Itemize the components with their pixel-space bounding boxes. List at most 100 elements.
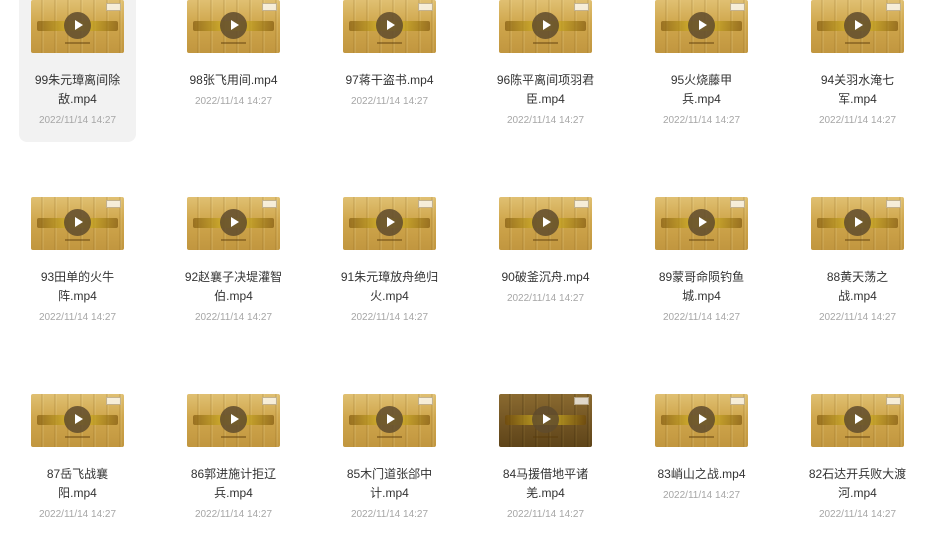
file-item[interactable]: 92赵襄子决堤灌智 伯.mp4 2022/11/14 14:27 [175,189,292,339]
play-button[interactable] [64,12,91,39]
file-date: 2022/11/14 14:27 [38,312,117,323]
video-thumbnail[interactable] [31,394,124,447]
video-thumbnail[interactable] [655,197,748,250]
file-item[interactable]: 86郭进施计拒辽 兵.mp4 2022/11/14 14:27 [175,386,292,536]
file-item[interactable]: 95火烧藤甲 兵.mp4 2022/11/14 14:27 [643,0,760,142]
video-thumbnail[interactable] [499,0,592,53]
file-name[interactable]: 86郭进施计拒辽 兵.mp4 [179,465,288,503]
video-thumbnail[interactable] [811,0,904,53]
video-thumbnail[interactable] [655,394,748,447]
file-name-line: 火.mp4 [370,289,409,303]
file-name[interactable]: 83峭山之战.mp4 [647,465,756,484]
file-item[interactable]: 88黄天荡之 战.mp4 2022/11/14 14:27 [799,189,916,339]
video-thumbnail[interactable] [31,197,124,250]
play-button[interactable] [220,406,247,433]
thumbnail-logo-badge [106,397,121,405]
play-icon [543,217,551,227]
thumbnail-logo-badge [574,397,589,405]
file-item[interactable]: 89蒙哥命陨钓鱼 城.mp4 2022/11/14 14:27 [643,189,760,339]
file-name-line: 89蒙哥命陨钓鱼 [658,270,745,284]
video-thumbnail[interactable] [343,197,436,250]
play-icon [855,217,863,227]
file-item[interactable]: 90破釜沉舟.mp4 2022/11/14 14:27 [487,189,604,339]
play-button[interactable] [844,12,871,39]
file-name[interactable]: 84马援借地平诸 羌.mp4 [491,465,600,503]
file-item[interactable]: 91朱元璋放舟绝归 火.mp4 2022/11/14 14:27 [331,189,448,339]
file-name[interactable]: 89蒙哥命陨钓鱼 城.mp4 [647,268,756,306]
thumbnail-logo-badge [574,200,589,208]
play-icon [699,217,707,227]
video-thumbnail[interactable] [187,0,280,53]
video-thumbnail[interactable] [187,197,280,250]
play-button[interactable] [688,406,715,433]
file-name[interactable]: 96陈平离间项羽君 臣.mp4 [491,71,600,109]
thumbnail-subtitle-graphic [377,436,402,438]
video-thumbnail[interactable] [655,0,748,53]
video-thumbnail[interactable] [811,394,904,447]
video-thumbnail[interactable] [31,0,124,53]
play-button[interactable] [532,12,559,39]
play-button[interactable] [220,12,247,39]
file-item[interactable]: 94关羽水淹七 军.mp4 2022/11/14 14:27 [799,0,916,142]
file-name-line: 82石达开兵败大渡 [808,467,907,481]
file-name[interactable]: 97蒋干盗书.mp4 [335,71,444,90]
play-button[interactable] [688,12,715,39]
video-thumbnail[interactable] [499,394,592,447]
play-button[interactable] [220,209,247,236]
file-date: 2022/11/14 14:27 [818,312,897,323]
play-button[interactable] [532,209,559,236]
file-name[interactable]: 94关羽水淹七 军.mp4 [803,71,912,109]
play-button[interactable] [376,406,403,433]
file-date: 2022/11/14 14:27 [194,96,273,107]
file-item[interactable]: 96陈平离间项羽君 臣.mp4 2022/11/14 14:27 [487,0,604,142]
thumbnail-logo-badge [262,3,277,11]
file-item[interactable]: 83峭山之战.mp4 2022/11/14 14:27 [643,386,760,536]
play-button[interactable] [376,12,403,39]
file-name[interactable]: 98张飞用间.mp4 [179,71,288,90]
video-thumbnail[interactable] [811,197,904,250]
file-item[interactable]: 85木门道张郃中 计.mp4 2022/11/14 14:27 [331,386,448,536]
file-item[interactable]: 82石达开兵败大渡 河.mp4 2022/11/14 14:27 [799,386,916,536]
play-icon [75,20,83,30]
file-name[interactable]: 91朱元璋放舟绝归 火.mp4 [335,268,444,306]
thumbnail-subtitle-graphic [221,436,246,438]
file-item[interactable]: 93田单的火牛 阵.mp4 2022/11/14 14:27 [19,189,136,339]
play-button[interactable] [532,406,559,433]
play-button[interactable] [64,209,91,236]
play-button[interactable] [844,209,871,236]
file-name-line: 99朱元璋离间除 [34,73,121,87]
file-name[interactable]: 95火烧藤甲 兵.mp4 [647,71,756,109]
file-date: 2022/11/14 14:27 [662,115,741,126]
thumbnail-logo-badge [730,3,745,11]
file-name-line: 羌.mp4 [526,486,565,500]
play-button[interactable] [376,209,403,236]
file-name[interactable]: 82石达开兵败大渡 河.mp4 [803,465,912,503]
play-button[interactable] [64,406,91,433]
file-name-line: 86郭进施计拒辽 [190,467,277,481]
file-name[interactable]: 88黄天荡之 战.mp4 [803,268,912,306]
file-name-line: 伯.mp4 [214,289,253,303]
file-name-line: 83峭山之战.mp4 [657,467,746,481]
file-grid: 99朱元璋离间除 敌.mp4 2022/11/14 14:27 98张飞用间.mp4 2… [0,0,930,555]
play-button[interactable] [688,209,715,236]
thumbnail-subtitle-graphic [65,436,90,438]
video-thumbnail[interactable] [343,394,436,447]
file-name[interactable]: 93田单的火牛 阵.mp4 [23,268,132,306]
file-date: 2022/11/14 14:27 [350,312,429,323]
file-name[interactable]: 92赵襄子决堤灌智 伯.mp4 [179,268,288,306]
file-name[interactable]: 85木门道张郃中 计.mp4 [335,465,444,503]
file-name[interactable]: 90破釜沉舟.mp4 [491,268,600,287]
file-name[interactable]: 99朱元璋离间除 敌.mp4 [23,71,132,109]
file-item[interactable]: 87岳飞战襄 阳.mp4 2022/11/14 14:27 [19,386,136,536]
thumbnail-logo-badge [730,397,745,405]
file-item[interactable]: 97蒋干盗书.mp4 2022/11/14 14:27 [331,0,448,142]
file-name[interactable]: 87岳飞战襄 阳.mp4 [23,465,132,503]
video-thumbnail[interactable] [499,197,592,250]
video-thumbnail[interactable] [343,0,436,53]
video-thumbnail[interactable] [187,394,280,447]
play-button[interactable] [844,406,871,433]
file-item[interactable]: 99朱元璋离间除 敌.mp4 2022/11/14 14:27 [19,0,136,142]
file-date: 2022/11/14 14:27 [818,509,897,520]
file-item[interactable]: 84马援借地平诸 羌.mp4 2022/11/14 14:27 [487,386,604,536]
file-item[interactable]: 98张飞用间.mp4 2022/11/14 14:27 [175,0,292,142]
